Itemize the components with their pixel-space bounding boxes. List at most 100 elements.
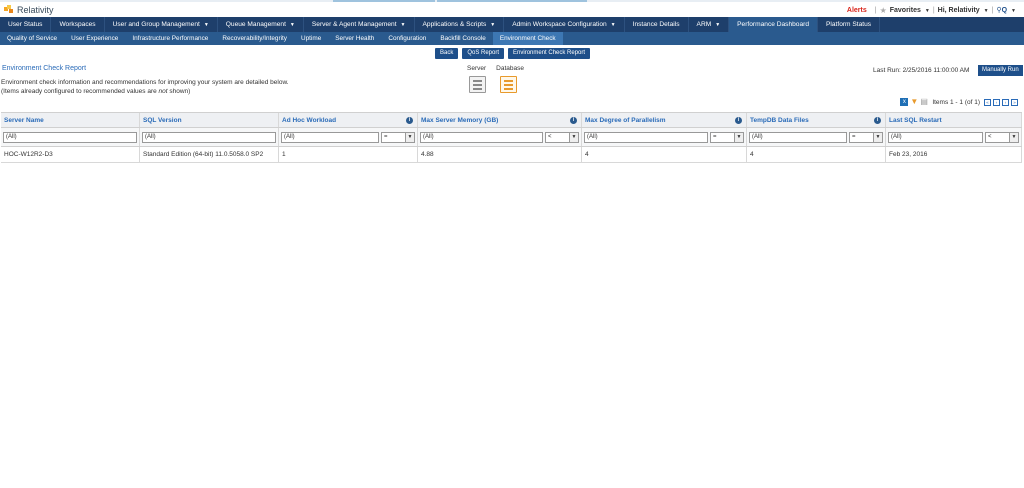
tab-uptime[interactable]: Uptime [294, 32, 328, 45]
server-view-label: Server [467, 65, 487, 72]
column-header-server-name[interactable]: Server Name [1, 113, 140, 127]
nav-item-instance-details[interactable]: Instance Details [625, 17, 689, 32]
tab-server-health[interactable]: Server Health [328, 32, 381, 45]
last-run: Last Run: 2/25/2016 11:00:00 AM [873, 67, 970, 74]
filter-input-server-name[interactable]: (All) [3, 132, 137, 143]
filter-cell: (All) < ▼ [418, 128, 582, 146]
column-header-last-sql-restart[interactable]: Last SQL Restart [886, 113, 1022, 127]
manually-run-button[interactable]: Manually Run [978, 65, 1023, 76]
info-icon[interactable]: i [874, 117, 881, 124]
divider: | [991, 6, 994, 14]
table-row[interactable]: HOC-W12R2-D3 Standard Edition (64-bit) 11… [1, 147, 1022, 163]
first-page-button[interactable]: « [984, 98, 991, 106]
user-menu[interactable]: Hi, Relativity ▼ [938, 7, 989, 14]
divider: | [932, 6, 935, 14]
chevron-down-icon: ▼ [405, 133, 414, 142]
filter-input-max-server-memory-gb[interactable]: (All) [420, 132, 543, 143]
filter-input-ad-hoc-workload[interactable]: (All) [281, 132, 379, 143]
main-nav: User Status Workspaces User and Group Mana… [0, 17, 1024, 32]
chevron-down-icon: ▼ [203, 22, 209, 28]
relativity-logo-icon [4, 5, 14, 14]
tab-configuration[interactable]: Configuration [381, 32, 433, 45]
column-header-sql-version[interactable]: SQL Version [140, 113, 279, 127]
nav-item-performance-dashboard[interactable]: Performance Dashboard [729, 17, 818, 32]
chevron-down-icon: ▼ [983, 7, 989, 14]
column-header-tempdb-data-files[interactable]: TempDB Data Files i [747, 113, 886, 127]
nav-item-platform-status[interactable]: Platform Status [818, 17, 881, 32]
view-toggle: Server Database [467, 65, 524, 93]
tab-user-experience[interactable]: User Experience [64, 32, 125, 45]
column-header-max-server-memory-gb[interactable]: Max Server Memory (GB) i [418, 113, 582, 127]
database-view-icon[interactable] [500, 76, 517, 93]
relativity-logo[interactable]: Relativity [4, 4, 54, 15]
prev-page-button[interactable]: ‹ [993, 98, 1000, 106]
filter-operator-select[interactable]: = ▼ [710, 132, 744, 143]
environment-check-table: Server Name SQL Version Ad Hoc Workload i Ma… [1, 112, 1022, 163]
info-icon[interactable]: i [570, 117, 577, 124]
chevron-down-icon: ▼ [1009, 133, 1018, 142]
filter-operator-select[interactable]: < ▼ [985, 132, 1019, 143]
next-page-button[interactable]: › [1002, 98, 1009, 106]
sub-nav: Quality of Service User Experience Infrast… [0, 32, 1024, 45]
chevron-down-icon: ▼ [715, 22, 721, 28]
nav-item-user-status[interactable]: User Status [0, 17, 52, 32]
nav-item-server-agent-management[interactable]: Server & Agent Management ▼ [304, 17, 415, 32]
filter-input-tempdb-data-files[interactable]: (All) [749, 132, 847, 143]
tab-environment-check[interactable]: Environment Check [492, 32, 563, 45]
filter-operator-select[interactable]: = ▼ [849, 132, 883, 143]
table-cell: 4 [747, 147, 886, 162]
nav-item-queue-management[interactable]: Queue Management ▼ [218, 17, 304, 32]
alerts-link[interactable]: Alerts [847, 7, 867, 14]
table-cell: 4.88 [418, 147, 582, 162]
favorites-menu[interactable]: Favorites ▼ [890, 7, 930, 14]
star-icon[interactable]: ★ [880, 6, 887, 15]
nav-item-arm[interactable]: ARM ▼ [689, 17, 730, 32]
app-name: Relativity [17, 4, 54, 15]
user-bar: Alerts | ★ Favorites ▼ | Hi, Relativity ▼ … [847, 5, 1016, 15]
filter-input-max-degree-of-parallelism[interactable]: (All) [584, 132, 708, 143]
filter-cell: (All) [1, 128, 140, 146]
nav-item-workspaces[interactable]: Workspaces [51, 17, 105, 32]
report-description: Environment check information and recomm… [1, 79, 289, 95]
last-page-button[interactable]: » [1011, 98, 1018, 106]
info-icon[interactable]: i [406, 117, 413, 124]
tab-quality-of-service[interactable]: Quality of Service [0, 32, 64, 45]
tab-recoverability-integrity[interactable]: Recoverability/Integrity [215, 32, 294, 45]
filter-row: (All) (All) (All) = ▼ (All) < ▼ (All) = ▼ (All) = ▼ (A… [1, 128, 1022, 147]
tab-infrastructure-performance[interactable]: Infrastructure Performance [125, 32, 215, 45]
chevron-down-icon: ▼ [569, 133, 578, 142]
tab-backfill-console[interactable]: Backfill Console [433, 32, 492, 45]
quick-search[interactable]: ⚲Q ▼ [996, 6, 1016, 14]
pager: x ▼ ▤ Items 1 - 1 (of 1) « ‹ › » [900, 98, 1018, 106]
chevron-down-icon: ▼ [924, 7, 930, 14]
database-view-label: Database [496, 65, 524, 72]
clear-filter-icon[interactable]: ▤ [920, 98, 928, 106]
server-view-icon[interactable] [469, 76, 486, 93]
filter-input-sql-version[interactable]: (All) [142, 132, 276, 143]
qos-report-button[interactable]: QoS Report [462, 48, 505, 59]
chevron-down-icon: ▼ [873, 133, 882, 142]
filter-cell: (All) < ▼ [886, 128, 1022, 146]
nav-item-user-and-group-management[interactable]: User and Group Management ▼ [105, 17, 218, 32]
table-cell: Feb 23, 2016 [886, 147, 1022, 162]
info-icon[interactable]: i [735, 117, 742, 124]
nav-item-admin-workspace-configuration[interactable]: Admin Workspace Configuration ▼ [504, 17, 625, 32]
column-header-max-degree-of-parallelism[interactable]: Max Degree of Parallelism i [582, 113, 747, 127]
chevron-down-icon: ▼ [400, 22, 406, 28]
filter-operator-select[interactable]: = ▼ [381, 132, 415, 143]
column-header-ad-hoc-workload[interactable]: Ad Hoc Workload i [279, 113, 418, 127]
chevron-down-icon: ▼ [289, 22, 295, 28]
chevron-down-icon: ▼ [734, 133, 743, 142]
filter-operator-select[interactable]: < ▼ [545, 132, 579, 143]
nav-item-applications-scripts[interactable]: Applications & Scripts ▼ [415, 17, 505, 32]
environment-check-report-button[interactable]: Environment Check Report [508, 48, 591, 59]
back-button[interactable]: Back [435, 48, 459, 59]
filter-input-last-sql-restart[interactable]: (All) [888, 132, 983, 143]
excel-export-icon[interactable]: x [900, 98, 909, 106]
chevron-down-icon: ▼ [490, 22, 496, 28]
table-cell: 4 [582, 147, 747, 162]
filter-cell: (All) = ▼ [582, 128, 747, 146]
divider: | [874, 6, 877, 14]
filter-icon[interactable]: ▼ [910, 98, 918, 106]
table-header: Server Name SQL Version Ad Hoc Workload i Ma… [1, 113, 1022, 128]
